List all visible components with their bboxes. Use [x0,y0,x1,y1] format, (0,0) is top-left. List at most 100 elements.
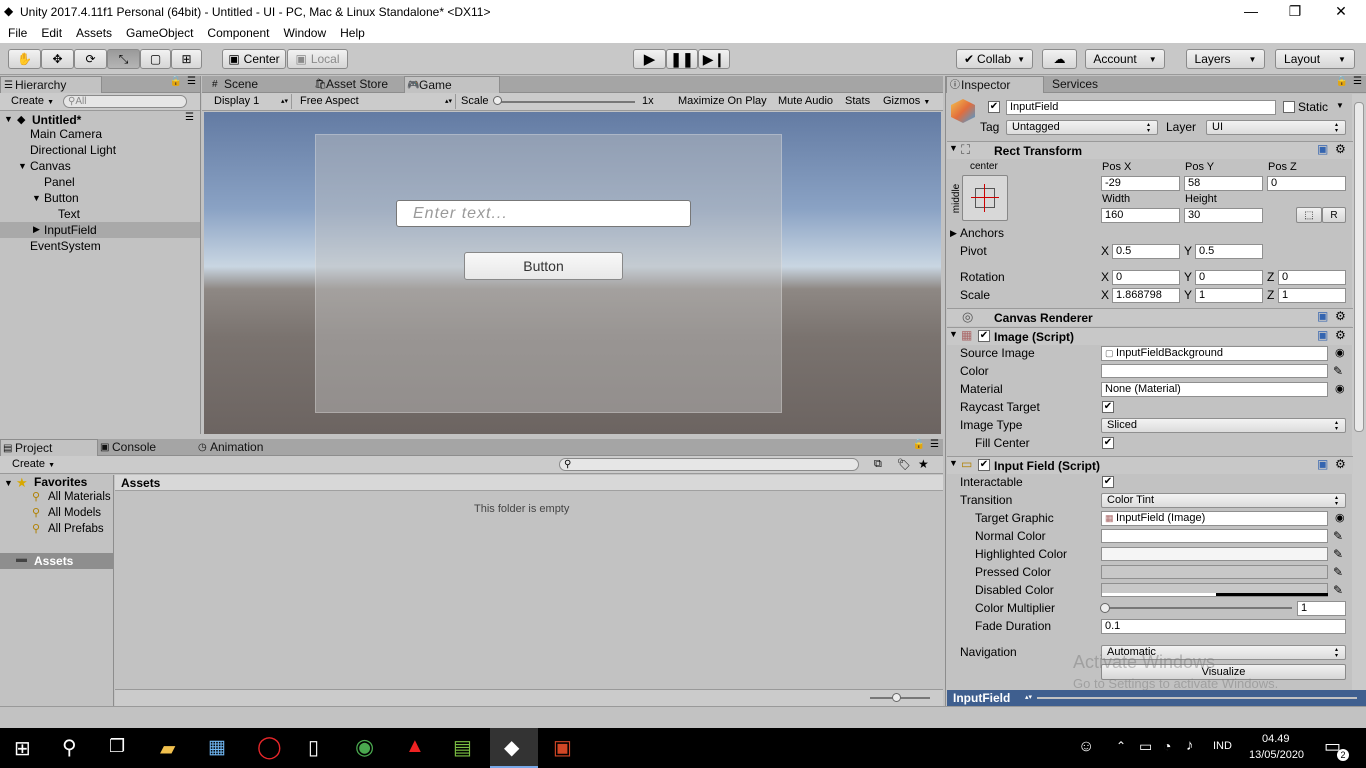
eyedropper-icon[interactable]: ✎ [1333,364,1343,378]
restore-button[interactable]: ❐ [1272,0,1318,23]
unity-taskbar-button[interactable]: ◆ [490,728,538,768]
menu-icon[interactable]: ☰ [187,76,196,87]
chevron-up-icon[interactable]: ⌃ [1116,739,1126,753]
color-multiplier-slider-track[interactable] [1104,607,1292,609]
rotation-z-field[interactable]: 0 [1278,270,1346,285]
color-multiplier-slider-thumb[interactable] [1100,603,1110,613]
expand-arrow-icon[interactable]: ▼ [32,193,41,203]
store-icon[interactable]: ▦ [208,736,226,759]
tab-asset-store[interactable]: 🛍 Asset Store [312,76,404,93]
chrome-icon[interactable]: ◉ [355,734,374,760]
layer-dropdown[interactable]: UI [1206,120,1346,135]
lock-icon[interactable]: 🔒 [1336,76,1348,87]
object-picker-icon[interactable]: ◉ [1335,346,1345,359]
menu-icon[interactable]: ☰ [1353,76,1362,87]
step-button[interactable]: ▶❙ [698,49,730,69]
hand-tool-button[interactable]: ✋ [8,49,41,69]
hierarchy-search-input[interactable]: ⚲All [63,95,187,108]
canvas-renderer-header[interactable]: ◎ Canvas Renderer ▣ ⚙ [947,308,1353,326]
game-viewport[interactable]: Enter text... Button [204,112,941,434]
create-dropdown[interactable]: Create ▼ [11,95,54,107]
object-picker-icon[interactable]: ◉ [1335,511,1345,524]
powerpoint-icon[interactable]: ▣ [553,735,572,760]
collapsed-arrow-icon[interactable]: ▶ [950,228,957,239]
rotation-y-field[interactable]: 0 [1195,270,1263,285]
rotation-x-field[interactable]: 0 [1112,270,1180,285]
tab-animation[interactable]: ◷ Animation [196,439,306,456]
transition-dropdown[interactable]: Color Tint [1101,493,1346,508]
help-book-icon[interactable]: ▣ [1317,309,1328,323]
posy-field[interactable]: 58 [1184,176,1263,191]
pressed-color-field[interactable] [1101,565,1328,579]
hierarchy-item-main-camera[interactable]: Main Camera [30,126,102,142]
blueprint-mode-button[interactable]: ⬚ [1296,207,1322,223]
menu-edit[interactable]: Edit [34,26,69,40]
game-input-field[interactable]: Enter text... [396,200,691,227]
raycast-target-checkbox[interactable]: ✔ [1102,401,1114,413]
expand-arrow-icon[interactable]: ▼ [18,161,27,171]
wifi-icon[interactable]: ◔ [1163,738,1171,754]
game-button[interactable]: Button [464,252,623,280]
gear-icon[interactable]: ⚙ [1335,328,1346,342]
object-picker-icon[interactable]: ◉ [1335,382,1345,395]
color-multiplier-field[interactable]: 1 [1297,601,1346,616]
favorites-label[interactable]: Favorites [34,475,87,489]
eyedropper-icon[interactable]: ✎ [1333,565,1343,579]
expand-arrow-icon[interactable]: ▼ [949,143,958,153]
target-graphic-field[interactable]: ▦ InputField (Image) [1101,511,1328,526]
eyedropper-icon[interactable]: ✎ [1333,529,1343,543]
material-field[interactable]: None (Material) [1101,382,1328,397]
image-type-dropdown[interactable]: Sliced [1101,418,1346,433]
menu-icon[interactable]: ☰ [930,439,939,450]
expand-arrow-icon[interactable]: ▼ [4,114,13,124]
menu-window[interactable]: Window [276,26,333,40]
pivot-x-field[interactable]: 0.5 [1112,244,1180,259]
menu-file[interactable]: File [0,26,34,40]
expand-arrow-icon[interactable]: ▼ [4,478,13,488]
assets-tree-item[interactable]: ▬ Assets [0,553,114,569]
scale-tool-button[interactable]: ⤡ [107,49,140,69]
image-script-header[interactable]: ▼ ▦ ✔ Image (Script) ▣ ⚙ [947,327,1353,345]
hierarchy-item-button[interactable]: Button [44,190,79,206]
interactable-checkbox[interactable]: ✔ [1102,476,1114,488]
static-checkbox[interactable] [1283,101,1295,113]
gizmos-dropdown[interactable]: Gizmos ▼ [883,95,930,107]
pivot-center-button[interactable]: ▣ Center [222,49,286,69]
gameobject-name-field[interactable]: InputField [1006,100,1276,115]
search-icon[interactable]: ⚲ [62,735,77,760]
rect-tool-button[interactable]: ▢ [140,49,171,69]
image-enabled-checkbox[interactable]: ✔ [978,330,990,342]
windows-start-icon[interactable]: ⊞ [14,736,31,761]
chevron-down-icon[interactable]: ▼ [1336,101,1344,110]
tab-project[interactable]: ▤ Project [0,439,98,456]
gear-icon[interactable]: ⚙ [1335,142,1346,156]
move-tool-button[interactable]: ✥ [41,49,74,69]
layout-button[interactable]: Layout ▼ [1275,49,1355,69]
expand-arrow-icon[interactable]: ▼ [949,329,958,339]
scale-slider-track[interactable] [495,101,635,103]
tab-services[interactable]: Services [1038,76,1138,93]
inspector-footer-label[interactable]: InputField [953,691,1010,705]
clock-time[interactable]: 04.49 [1262,733,1290,745]
lock-icon[interactable]: 🔒 [170,76,182,87]
active-checkbox[interactable]: ✔ [988,101,1000,113]
eyedropper-icon[interactable]: ✎ [1333,547,1343,561]
tag-icon[interactable]: 🏷 [897,458,911,471]
pdf-reader-icon[interactable]: ▲ [405,735,425,758]
aspect-dropdown[interactable]: Free Aspect ▴▾ [294,94,456,109]
scale-y-field[interactable]: 1 [1195,288,1263,303]
project-search-input[interactable]: ⚲ [559,458,859,471]
anchor-presets-button[interactable] [962,175,1008,221]
fill-center-checkbox[interactable]: ✔ [1102,437,1114,449]
project-create-dropdown[interactable]: Create ▼ [12,458,55,470]
help-book-icon[interactable]: ▣ [1317,142,1328,156]
people-icon[interactable]: ☺ [1078,738,1094,756]
mute-audio-toggle[interactable]: Mute Audio [778,95,833,107]
volume-icon[interactable]: ♪ [1186,737,1194,754]
help-book-icon[interactable]: ▣ [1317,457,1328,471]
file-explorer-icon[interactable]: ▰ [160,736,175,761]
account-button[interactable]: Account ▼ [1085,49,1165,69]
width-field[interactable]: 160 [1101,208,1180,223]
hierarchy-item-text[interactable]: Text [58,206,80,222]
play-button[interactable]: ▶ [633,49,666,69]
